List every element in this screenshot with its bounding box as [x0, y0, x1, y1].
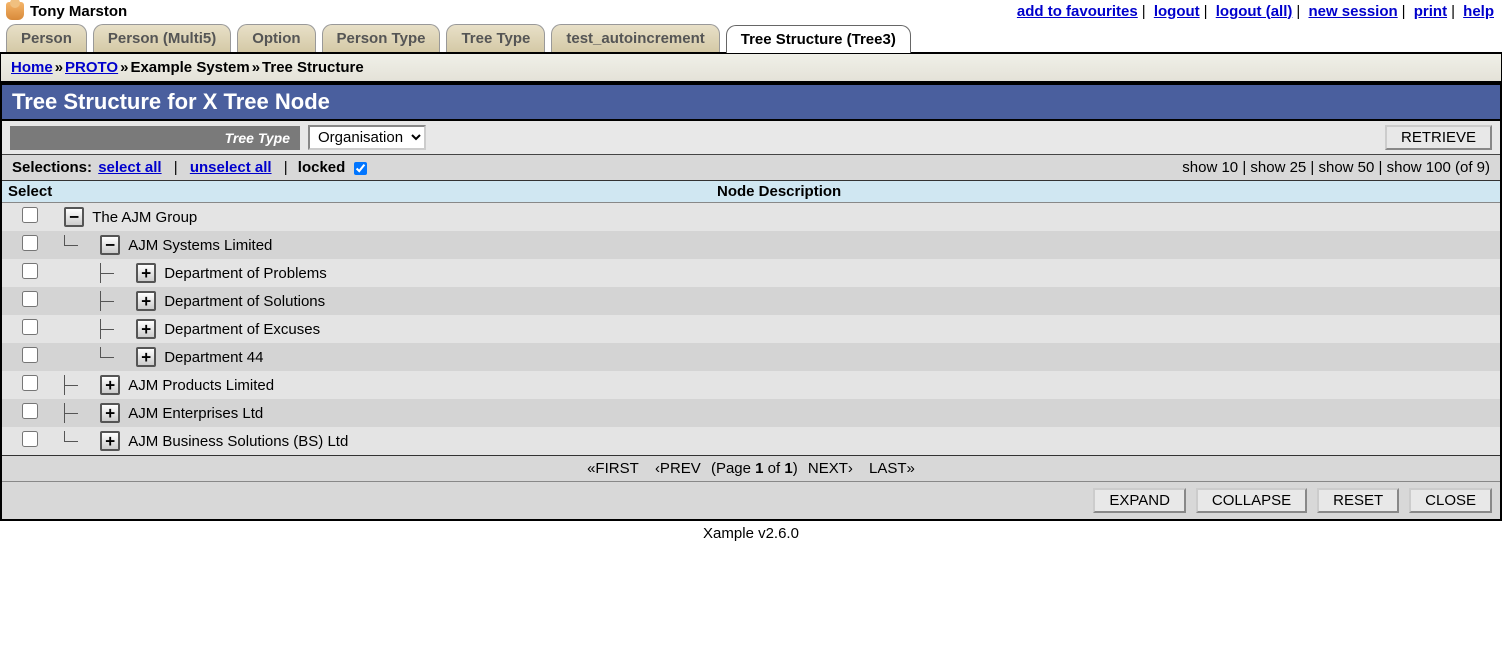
tree-branch-icon: [64, 235, 92, 255]
show-50[interactable]: show 50: [1319, 159, 1375, 176]
user-info: Tony Marston: [6, 2, 127, 20]
link-favourites[interactable]: add to favourites: [1017, 3, 1138, 20]
row-checkbox[interactable]: [22, 431, 38, 447]
expand-icon[interactable]: +: [136, 319, 156, 339]
row-checkbox[interactable]: [22, 291, 38, 307]
table-row: + Department of Problems: [2, 259, 1500, 287]
crumb-home[interactable]: Home: [11, 59, 53, 76]
collapse-button[interactable]: COLLAPSE: [1196, 488, 1307, 513]
link-logout-all[interactable]: logout (all): [1216, 3, 1293, 20]
expand-icon[interactable]: +: [136, 291, 156, 311]
tree-branch-icon: [100, 291, 128, 311]
node-label: AJM Systems Limited: [128, 237, 272, 254]
show-25[interactable]: show 25: [1250, 159, 1306, 176]
link-print[interactable]: print: [1414, 3, 1447, 20]
tab-0[interactable]: Person: [6, 24, 87, 52]
tab-3[interactable]: Person Type: [322, 24, 441, 52]
node-label: The AJM Group: [92, 209, 197, 226]
col-desc: Node Description: [58, 181, 1500, 203]
pager-total: 1: [784, 460, 792, 477]
tree-branch-icon: [100, 347, 128, 367]
node-label: AJM Enterprises Ltd: [128, 405, 263, 422]
reset-button[interactable]: RESET: [1317, 488, 1399, 513]
show-10[interactable]: show 10: [1182, 159, 1238, 176]
crumb-example: Example System: [130, 59, 249, 76]
collapse-icon[interactable]: −: [100, 235, 120, 255]
user-name: Tony Marston: [30, 3, 127, 20]
row-checkbox[interactable]: [22, 235, 38, 251]
expand-icon[interactable]: +: [100, 431, 120, 451]
tab-5[interactable]: test_autoincrement: [551, 24, 719, 52]
unselect-all-link[interactable]: unselect all: [190, 159, 272, 176]
table-row: + Department 44: [2, 343, 1500, 371]
node-label: AJM Products Limited: [128, 377, 274, 394]
table-row: + AJM Enterprises Ltd: [2, 399, 1500, 427]
select-all-link[interactable]: select all: [98, 159, 161, 176]
node-label: AJM Business Solutions (BS) Ltd: [128, 433, 348, 450]
pager-next[interactable]: NEXT›: [808, 460, 853, 477]
crumb-current: Tree Structure: [262, 59, 364, 76]
table-row: + Department of Excuses: [2, 315, 1500, 343]
tree-branch-icon: [64, 403, 92, 423]
selections-label: Selections:: [12, 159, 92, 176]
tab-6[interactable]: Tree Structure (Tree3): [726, 25, 911, 53]
tab-row: PersonPerson (Multi5)OptionPerson TypeTr…: [0, 20, 1502, 53]
node-label: Department of Solutions: [164, 293, 325, 310]
tab-4[interactable]: Tree Type: [446, 24, 545, 52]
expand-button[interactable]: EXPAND: [1093, 488, 1186, 513]
pager-last[interactable]: LAST»: [869, 460, 915, 477]
expand-icon[interactable]: +: [136, 347, 156, 367]
table-row: + AJM Products Limited: [2, 371, 1500, 399]
avatar-icon: [6, 2, 24, 20]
pager: «FIRST ‹PREV (Page 1 of 1) NEXT› LAST»: [2, 455, 1500, 481]
link-logout[interactable]: logout: [1154, 3, 1200, 20]
tree-branch-icon: [64, 431, 92, 451]
node-label: Department of Excuses: [164, 321, 320, 338]
table-row: + AJM Business Solutions (BS) Ltd: [2, 427, 1500, 455]
link-new-session[interactable]: new session: [1308, 3, 1397, 20]
retrieve-button[interactable]: RETRIEVE: [1385, 125, 1492, 150]
top-links: add to favourites| logout| logout (all)|…: [1017, 3, 1494, 20]
tree-branch-icon: [64, 375, 92, 395]
row-checkbox[interactable]: [22, 263, 38, 279]
tree-branch-icon: [100, 319, 128, 339]
table-row: + Department of Solutions: [2, 287, 1500, 315]
show-100[interactable]: show 100 (of 9): [1387, 159, 1490, 176]
node-label: Department of Problems: [164, 265, 327, 282]
expand-icon[interactable]: +: [100, 403, 120, 423]
node-label: Department 44: [164, 349, 263, 366]
footer-version: Xample v2.6.0: [0, 521, 1502, 546]
pager-num: 1: [755, 460, 763, 477]
pager-prev[interactable]: ‹PREV: [655, 460, 701, 477]
row-checkbox[interactable]: [22, 347, 38, 363]
table-row: −The AJM Group: [2, 203, 1500, 232]
row-checkbox[interactable]: [22, 319, 38, 335]
expand-icon[interactable]: +: [100, 375, 120, 395]
tree-branch-icon: [100, 263, 128, 283]
crumb-proto[interactable]: PROTO: [65, 59, 118, 76]
breadcrumb: Home»PROTO»Example System»Tree Structure: [0, 53, 1502, 83]
locked-checkbox[interactable]: [354, 162, 367, 175]
pager-first[interactable]: «FIRST: [587, 460, 639, 477]
row-checkbox[interactable]: [22, 207, 38, 223]
expand-icon[interactable]: +: [136, 263, 156, 283]
close-button[interactable]: CLOSE: [1409, 488, 1492, 513]
collapse-icon[interactable]: −: [64, 207, 84, 227]
link-help[interactable]: help: [1463, 3, 1494, 20]
col-select: Select: [2, 181, 58, 203]
row-checkbox[interactable]: [22, 375, 38, 391]
locked-label: locked: [298, 159, 346, 176]
row-checkbox[interactable]: [22, 403, 38, 419]
tab-2[interactable]: Option: [237, 24, 315, 52]
table-row: −AJM Systems Limited: [2, 231, 1500, 259]
tab-1[interactable]: Person (Multi5): [93, 24, 231, 52]
page-title: Tree Structure for X Tree Node: [2, 85, 1500, 121]
tree-type-select[interactable]: Organisation: [308, 125, 426, 150]
filter-label: Tree Type: [10, 126, 300, 150]
